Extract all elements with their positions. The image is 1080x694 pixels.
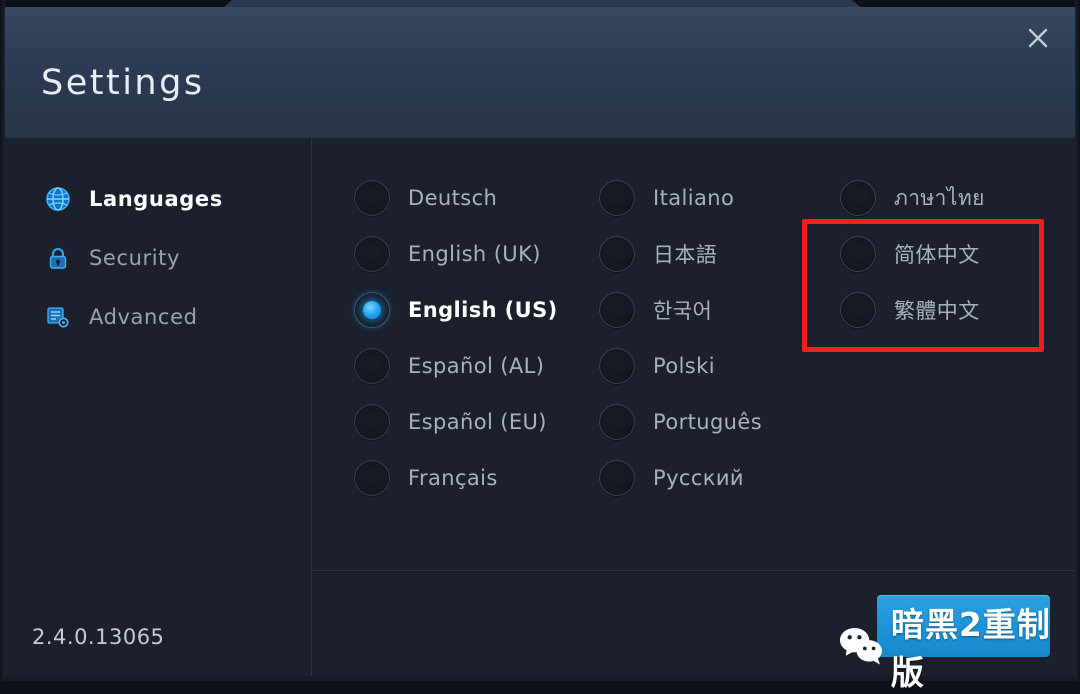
title-bar-sheen [5, 7, 1075, 53]
radio-button[interactable] [599, 180, 635, 216]
language-column-1: Deutsch English (UK) English (US) Españo… [354, 170, 599, 506]
sidebar-item-advanced[interactable]: Advanced [5, 294, 311, 340]
language-option-english-us[interactable]: English (US) [354, 282, 599, 338]
sidebar-item-label: Advanced [89, 305, 198, 329]
language-option-francais[interactable]: Français [354, 450, 599, 506]
language-label: Deutsch [408, 186, 498, 210]
sidebar-item-label: Languages [89, 187, 223, 211]
language-label: 한국어 [653, 299, 713, 323]
language-label: Français [408, 466, 498, 490]
sidebar-item-security[interactable]: Security [5, 235, 311, 281]
radio-button[interactable] [840, 292, 876, 328]
language-option-espanol-al[interactable]: Español (AL) [354, 338, 599, 394]
globe-icon [43, 186, 73, 212]
language-option-thai[interactable]: ภาษาไทย [840, 170, 1065, 226]
language-column-2: Italiano 日本語 한국어 Polski Português Русски… [599, 170, 814, 506]
language-option-deutsch[interactable]: Deutsch [354, 170, 599, 226]
language-label: English (UK) [408, 242, 541, 266]
radio-button[interactable] [354, 404, 390, 440]
language-label: 简体中文 [894, 243, 980, 267]
language-option-italiano[interactable]: Italiano [599, 170, 814, 226]
settings-window: Settings Languages Security Advanced Deu… [0, 0, 1080, 692]
radio-button[interactable] [599, 404, 635, 440]
radio-button[interactable] [354, 348, 390, 384]
language-option-polski[interactable]: Polski [599, 338, 814, 394]
language-label: Русский [653, 466, 744, 490]
language-label: Español (AL) [408, 354, 545, 378]
language-label: Polski [653, 354, 715, 378]
language-option-english-uk[interactable]: English (UK) [354, 226, 599, 282]
radio-button[interactable] [354, 180, 390, 216]
radio-button[interactable] [354, 460, 390, 496]
language-option-traditional-chinese[interactable]: 繁體中文 [840, 282, 1065, 338]
radio-button[interactable] [599, 292, 635, 328]
lock-icon [43, 245, 73, 271]
title-bar: Settings [5, 7, 1075, 139]
language-label: Español (EU) [408, 410, 547, 434]
page-title: Settings [41, 63, 205, 103]
language-label: English (US) [408, 298, 558, 322]
language-option-japanese[interactable]: 日本語 [599, 226, 814, 282]
radio-button[interactable] [599, 236, 635, 272]
language-option-russian[interactable]: Русский [599, 450, 814, 506]
close-icon [1028, 28, 1048, 48]
sidebar: Languages Security Advanced [5, 138, 312, 676]
language-label: 日本語 [653, 243, 718, 267]
close-button[interactable] [1019, 19, 1057, 57]
sidebar-item-label: Security [89, 246, 181, 270]
primary-action-button[interactable] [877, 595, 1050, 657]
language-option-simplified-chinese[interactable]: 简体中文 [840, 226, 1065, 282]
advanced-settings-icon [43, 304, 73, 330]
radio-button[interactable] [840, 236, 876, 272]
radio-button[interactable] [840, 180, 876, 216]
radio-button[interactable] [354, 236, 390, 272]
version-label: 2.4.0.13065 [32, 625, 165, 649]
language-label: 繁體中文 [894, 299, 980, 323]
language-label: Português [653, 410, 763, 434]
language-label: Italiano [653, 186, 735, 210]
radio-button-selected[interactable] [354, 292, 390, 328]
language-column-3: ภาษาไทย 简体中文 繁體中文 [840, 170, 1065, 338]
sidebar-item-languages[interactable]: Languages [5, 176, 311, 222]
radio-button[interactable] [599, 460, 635, 496]
language-option-espanol-eu[interactable]: Español (EU) [354, 394, 599, 450]
window-frame-right [1075, 0, 1080, 681]
language-label: ภาษาไทย [894, 185, 985, 210]
radio-button[interactable] [599, 348, 635, 384]
language-option-portugues[interactable]: Português [599, 394, 814, 450]
footer-divider [312, 570, 1075, 571]
language-option-korean[interactable]: 한국어 [599, 282, 814, 338]
